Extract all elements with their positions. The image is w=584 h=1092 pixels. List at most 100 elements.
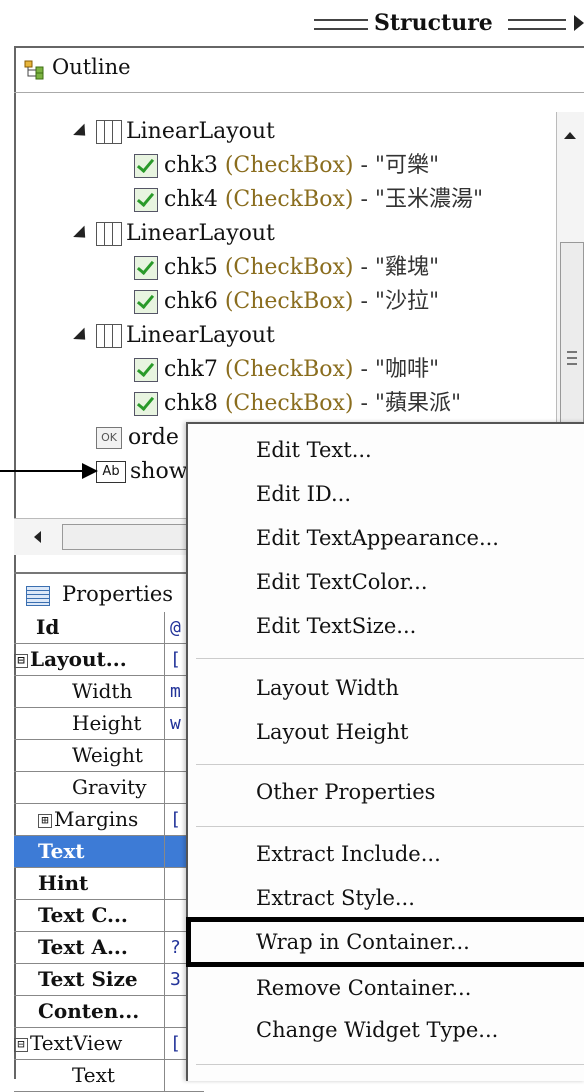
- property-name: Text: [14, 836, 165, 867]
- tree-item-checkbox[interactable]: chk8 (CheckBox) - "蘋果派": [134, 387, 461, 421]
- property-name: Conten...: [14, 996, 165, 1027]
- checkbox-icon: [134, 392, 158, 416]
- outline-horizontal-scrollbar[interactable]: [14, 518, 204, 555]
- property-name-cell: ⊟ Layout...: [14, 644, 165, 675]
- scroll-left-icon[interactable]: [34, 531, 41, 543]
- tree-item-type: (CheckBox): [224, 391, 354, 416]
- menu-separator: [196, 658, 584, 659]
- tree-item-text: - "玉米濃湯": [360, 187, 484, 212]
- tree-item-id: chk5: [164, 255, 218, 280]
- context-menu: Edit Text... Edit ID... Edit TextAppeara…: [186, 422, 584, 1081]
- expand-icon[interactable]: ⊞: [38, 813, 52, 828]
- property-row[interactable]: ⊟ TextView[: [14, 1028, 204, 1060]
- menu-item-extract-include[interactable]: Extract Include...: [256, 842, 441, 866]
- textview-widget-icon: Ab: [96, 461, 126, 483]
- tree-item-text: - "蘋果派": [360, 391, 462, 416]
- property-name: TextView: [30, 1031, 123, 1055]
- collapse-icon[interactable]: ⊟: [14, 1037, 28, 1052]
- collapse-icon[interactable]: ⊟: [14, 653, 28, 668]
- property-row[interactable]: ⊞ Margins[: [14, 804, 204, 836]
- property-row[interactable]: Text A...?: [14, 932, 204, 964]
- checkbox-icon: [134, 358, 158, 382]
- property-row[interactable]: Conten...: [14, 996, 204, 1028]
- tree-item-label: orde: [128, 425, 179, 450]
- property-name: Weight: [14, 740, 165, 771]
- menu-item-layout-width[interactable]: Layout Width: [256, 676, 399, 700]
- menu-item-edit-textsize[interactable]: Edit TextSize...: [256, 614, 416, 638]
- tree-item-id: chk3: [164, 153, 218, 178]
- property-name: Hint: [14, 868, 165, 899]
- checkbox-icon: [134, 256, 158, 280]
- property-name: Margins: [54, 807, 139, 831]
- structure-header: Structure: [0, 0, 584, 44]
- menu-item-change-widget-type[interactable]: Change Widget Type...: [256, 1018, 498, 1042]
- expand-arrow-icon[interactable]: [574, 15, 584, 31]
- menu-item-extract-style[interactable]: Extract Style...: [256, 886, 415, 910]
- button-widget-icon: OK: [96, 427, 122, 449]
- checkbox-icon: [134, 154, 158, 178]
- tree-item-checkbox[interactable]: chk3 (CheckBox) - "可樂": [134, 149, 439, 183]
- property-name: Height: [14, 708, 165, 739]
- properties-icon: [26, 586, 50, 606]
- menu-item-other-properties[interactable]: Other Properties: [256, 780, 435, 804]
- grip-line: [567, 357, 577, 359]
- property-name: Id: [14, 612, 165, 643]
- tree-item-button[interactable]: OK orde: [96, 421, 179, 455]
- property-row[interactable]: Text Size 3: [14, 964, 204, 996]
- property-row[interactable]: ⊟ Layout...[: [14, 644, 204, 676]
- menu-separator: [196, 1064, 584, 1065]
- property-name-cell: ⊞ Margins: [14, 804, 165, 835]
- grip-line: [567, 351, 577, 353]
- menu-item-edit-textappearance[interactable]: Edit TextAppearance...: [256, 526, 499, 550]
- grip-line: [567, 363, 577, 365]
- menu-item-edit-id[interactable]: Edit ID...: [256, 482, 351, 506]
- tree-item-type: (CheckBox): [224, 187, 354, 212]
- tree-item-checkbox[interactable]: chk7 (CheckBox) - "咖啡": [134, 353, 439, 387]
- property-name: Text A...: [14, 932, 165, 963]
- scrollbar-thumb[interactable]: [62, 524, 204, 550]
- tree-item-text: - "咖啡": [360, 357, 440, 382]
- header-decoration: [508, 19, 566, 30]
- property-name: Text Size: [14, 964, 165, 995]
- structure-title: Structure: [374, 10, 493, 36]
- tree-item-checkbox[interactable]: chk6 (CheckBox) - "沙拉": [134, 285, 439, 319]
- property-name: Gravity: [14, 772, 165, 803]
- property-row[interactable]: Id @: [14, 612, 204, 644]
- properties-tab[interactable]: Properties: [14, 572, 204, 614]
- menu-item-edit-text[interactable]: Edit Text...: [256, 438, 372, 462]
- tree-item-type: (CheckBox): [224, 357, 354, 382]
- tree-item-checkbox[interactable]: chk5 (CheckBox) - "雞塊": [134, 251, 439, 285]
- outline-tab[interactable]: Outline: [14, 46, 584, 93]
- tree-item-textview[interactable]: Ab show: [96, 455, 188, 489]
- tree-item-id: chk4: [164, 187, 218, 212]
- scroll-up-icon[interactable]: [564, 132, 576, 139]
- menu-item-edit-textcolor[interactable]: Edit TextColor...: [256, 570, 428, 594]
- property-row[interactable]: Height w: [14, 708, 204, 740]
- tree-item-text: - "可樂": [360, 153, 440, 178]
- property-row[interactable]: Hint: [14, 868, 204, 900]
- property-row[interactable]: Text: [14, 1060, 204, 1092]
- callout-arrow-icon: [82, 463, 98, 479]
- tree-item-label: LinearLayout: [126, 119, 275, 144]
- header-decoration: [314, 19, 368, 30]
- property-row[interactable]: Weight: [14, 740, 204, 772]
- property-name: Layout...: [30, 647, 127, 671]
- linearlayout-icon: [96, 120, 122, 144]
- property-row[interactable]: Text C...: [14, 900, 204, 932]
- menu-separator: [196, 764, 584, 765]
- property-row[interactable]: Gravity: [14, 772, 204, 804]
- tree-item-checkbox[interactable]: chk4 (CheckBox) - "玉米濃湯": [134, 183, 483, 217]
- menu-separator: [196, 826, 584, 827]
- property-name: Width: [14, 676, 165, 707]
- checkbox-icon: [134, 188, 158, 212]
- tree-item-text: - "沙拉": [360, 289, 440, 314]
- property-row[interactable]: Width m: [14, 676, 204, 708]
- tree-item-type: (CheckBox): [224, 255, 354, 280]
- tree-item-id: chk6: [164, 289, 218, 314]
- property-row-selected[interactable]: Text: [14, 836, 204, 868]
- checkbox-icon: [134, 290, 158, 314]
- tree-item-id: chk7: [164, 357, 218, 382]
- tree-item-label: LinearLayout: [126, 323, 275, 348]
- menu-item-remove-container[interactable]: Remove Container...: [256, 976, 471, 1000]
- menu-item-layout-height[interactable]: Layout Height: [256, 720, 408, 744]
